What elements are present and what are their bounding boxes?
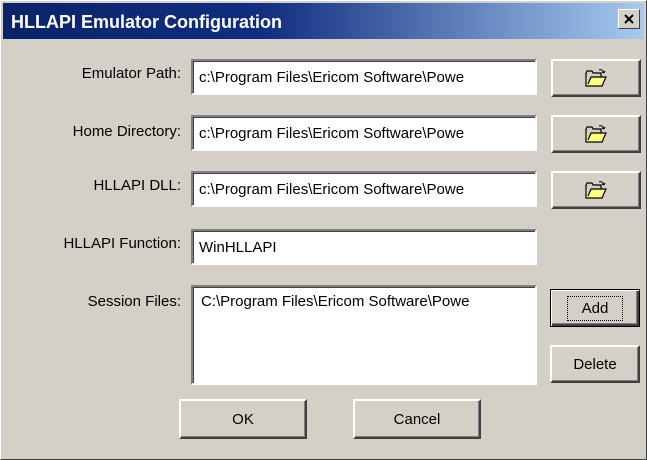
hllapi-dll-input[interactable]: c:\Program Files\Ericom Software\Powe bbox=[191, 171, 537, 207]
home-directory-input[interactable]: c:\Program Files\Ericom Software\Powe bbox=[191, 115, 537, 151]
session-files-list[interactable]: C:\Program Files\Ericom Software\Powe bbox=[191, 285, 537, 385]
close-icon bbox=[624, 14, 634, 24]
add-button-label: Add bbox=[566, 295, 624, 321]
title-bar[interactable]: HLLAPI Emulator Configuration bbox=[3, 3, 644, 39]
list-item[interactable]: C:\Program Files\Ericom Software\Powe bbox=[193, 287, 535, 310]
delete-button-label: Delete bbox=[573, 355, 617, 373]
cancel-button-label: Cancel bbox=[393, 410, 441, 428]
hllapi-function-label: HLLAPI Function: bbox=[63, 235, 181, 252]
browse-hllapi-dll-button[interactable] bbox=[551, 171, 641, 209]
browse-emulator-path-button[interactable] bbox=[551, 59, 641, 97]
window-title: HLLAPI Emulator Configuration bbox=[11, 12, 282, 32]
folder-open-icon bbox=[585, 125, 607, 143]
emulator-path-label: Emulator Path: bbox=[81, 65, 181, 82]
home-directory-label: Home Directory: bbox=[72, 123, 181, 140]
cancel-button[interactable]: Cancel bbox=[353, 399, 481, 439]
ok-button-label: OK bbox=[232, 410, 254, 428]
delete-button[interactable]: Delete bbox=[550, 345, 640, 383]
emulator-path-input[interactable]: c:\Program Files\Ericom Software\Powe bbox=[191, 59, 537, 95]
session-files-label: Session Files: bbox=[87, 293, 181, 310]
folder-open-icon bbox=[585, 181, 607, 199]
add-button[interactable]: Add bbox=[550, 289, 640, 327]
close-button[interactable] bbox=[618, 9, 640, 29]
browse-home-directory-button[interactable] bbox=[551, 115, 641, 153]
ok-button[interactable]: OK bbox=[179, 399, 307, 439]
folder-open-icon bbox=[585, 69, 607, 87]
hllapi-dll-label: HLLAPI DLL: bbox=[93, 177, 181, 194]
hllapi-function-input[interactable]: WinHLLAPI bbox=[191, 229, 537, 265]
config-dialog: HLLAPI Emulator Configuration Emulator P… bbox=[0, 0, 647, 460]
